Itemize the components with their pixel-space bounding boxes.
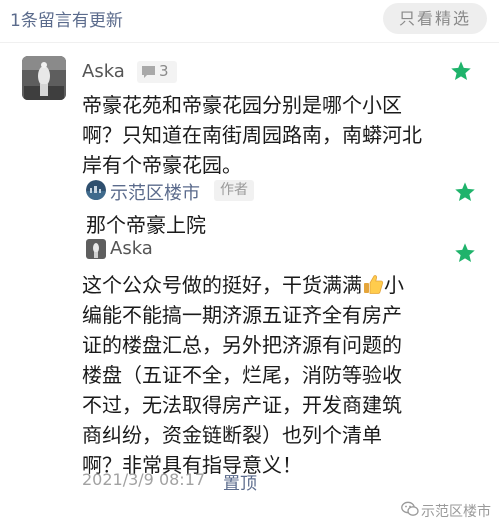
comment-update-count[interactable]: 1条留言有更新 [10, 6, 123, 31]
comment-bubble-icon [142, 66, 155, 78]
pin-button[interactable]: 置顶 [223, 469, 257, 494]
author-avatar[interactable] [86, 180, 106, 200]
like-count: 3 [159, 62, 169, 80]
author-badge: 作者 [214, 180, 254, 201]
wechat-icon [401, 501, 419, 516]
reply-text-part: 这个公众号做的挺好，干货满满 [82, 273, 362, 297]
reply-author-name[interactable]: 示范区楼市 [110, 179, 200, 205]
star-icon[interactable] [450, 60, 472, 82]
reply-text-part: 小编能不能搞一期济源五证齐全有房产证的楼盘汇总，另外把济源有问题的楼盘（五证不全… [82, 273, 404, 477]
divider [0, 42, 499, 43]
comment-username[interactable]: Aska [82, 61, 125, 82]
comment-timestamp: 2021/3/9 08:17 [82, 470, 206, 489]
like-button[interactable]: 3 [137, 61, 177, 83]
reply-text: 这个公众号做的挺好，干货满满 小编能不能搞一期济源五证齐全有房产证的楼盘汇总，另… [82, 270, 412, 480]
watermark: 示范区楼市 [401, 498, 493, 522]
thumbs-up-icon [364, 275, 384, 294]
reply-text: 那个帝豪上院 [86, 213, 206, 237]
watermark-text: 示范区楼市 [421, 504, 491, 520]
reply-header: Aska [86, 237, 206, 263]
reply-username[interactable]: Aska [110, 238, 153, 259]
comment-text: 帝豪花苑和帝豪花园分别是哪个小区啊？只知道在南街周园路南，南蟒河北岸有个帝豪花园… [82, 93, 422, 177]
star-icon[interactable] [454, 181, 476, 203]
star-icon[interactable] [454, 242, 476, 264]
featured-only-button[interactable]: 只看精选 [383, 3, 487, 34]
avatar[interactable] [22, 56, 66, 100]
reply-avatar[interactable] [86, 239, 106, 259]
reply-header: 示范区楼市 作者 [86, 178, 286, 204]
